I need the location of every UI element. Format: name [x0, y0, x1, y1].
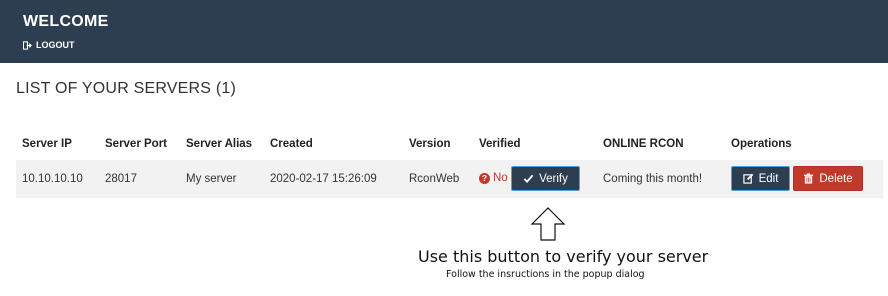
verify-button-label: Verify	[539, 172, 568, 185]
delete-button[interactable]: Delete	[793, 166, 863, 191]
cell-server-alias: My server	[186, 173, 237, 185]
edit-button-label: Edit	[758, 172, 779, 185]
logout-icon	[23, 40, 32, 50]
column-header-server-ip: Server IP	[22, 138, 72, 150]
column-header-operations: Operations	[731, 138, 792, 150]
trash-icon	[804, 173, 814, 184]
cell-online-rcon: Coming this month!	[603, 173, 703, 185]
column-header-verified: Verified	[479, 138, 521, 150]
column-header-server-port: Server Port	[105, 138, 168, 150]
top-header: WELCOME LOGOUT	[0, 0, 888, 63]
column-header-online-rcon: ONLINE RCON	[603, 138, 684, 150]
page-title: LIST OF YOUR SERVERS (1)	[16, 80, 236, 97]
column-header-server-alias: Server Alias	[186, 138, 253, 150]
logout-label: LOGOUT	[36, 40, 75, 50]
verify-button[interactable]: Verify	[511, 166, 580, 191]
cell-version: RconWeb	[409, 173, 460, 185]
cell-created: 2020-02-17 15:26:09	[270, 173, 377, 185]
delete-button-label: Delete	[819, 172, 853, 185]
arrow-up-icon	[530, 207, 566, 241]
verified-status: ? No	[479, 172, 508, 184]
column-header-version: Version	[409, 138, 451, 150]
cell-server-port: 28017	[105, 173, 137, 185]
check-icon	[523, 174, 534, 184]
verified-status-label: No	[493, 172, 508, 184]
welcome-title: WELCOME	[23, 13, 109, 30]
logout-link[interactable]: LOGOUT	[23, 40, 75, 50]
edit-button[interactable]: Edit	[731, 166, 790, 191]
column-header-created: Created	[270, 138, 313, 150]
table-row: 10.10.10.10 28017 My server 2020-02-17 1…	[16, 160, 883, 198]
cell-server-ip: 10.10.10.10	[22, 173, 83, 185]
edit-icon	[742, 173, 753, 184]
callout-text: Use this button to verify your server	[418, 247, 709, 266]
question-circle-icon: ?	[479, 172, 490, 184]
callout-subtext: Follow the insructions in the popup dial…	[446, 269, 645, 280]
